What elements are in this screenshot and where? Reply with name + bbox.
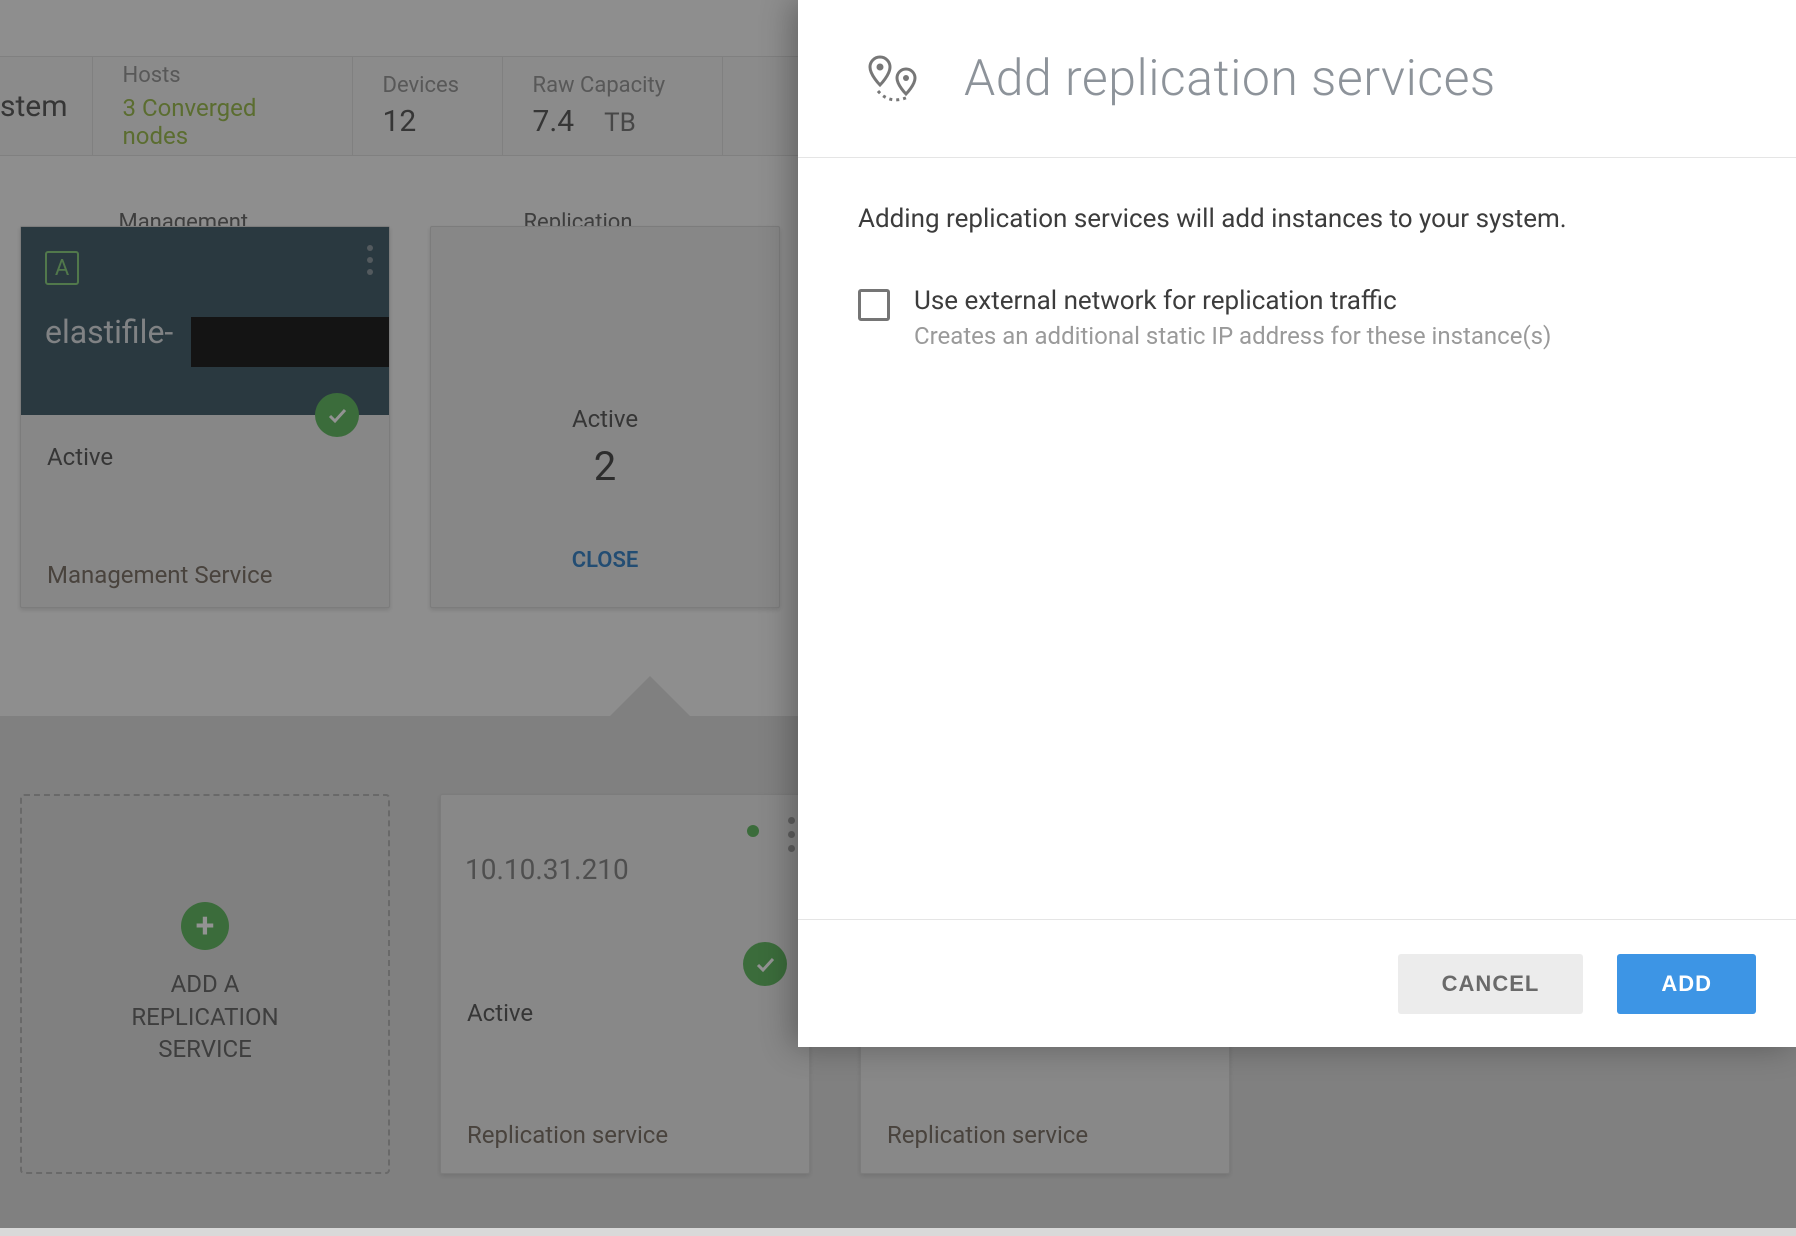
external-network-checkbox[interactable] [858,289,890,321]
replication-route-icon [858,43,930,115]
modal-body: Adding replication services will add ins… [798,158,1796,919]
add-replication-modal: Add replication services Adding replicat… [798,0,1796,1047]
external-network-checkbox-row: Use external network for replication tra… [858,286,1736,350]
cancel-button[interactable]: CANCEL [1398,954,1584,1014]
modal-description: Adding replication services will add ins… [858,204,1736,234]
modal-footer: CANCEL ADD [798,919,1796,1047]
checkbox-subtext: Creates an additional static IP address … [914,322,1551,350]
modal-header: Add replication services [798,0,1796,158]
modal-title: Add replication services [964,50,1496,108]
checkbox-label: Use external network for replication tra… [914,286,1551,316]
add-button[interactable]: ADD [1617,954,1756,1014]
checkbox-text-group: Use external network for replication tra… [914,286,1551,350]
